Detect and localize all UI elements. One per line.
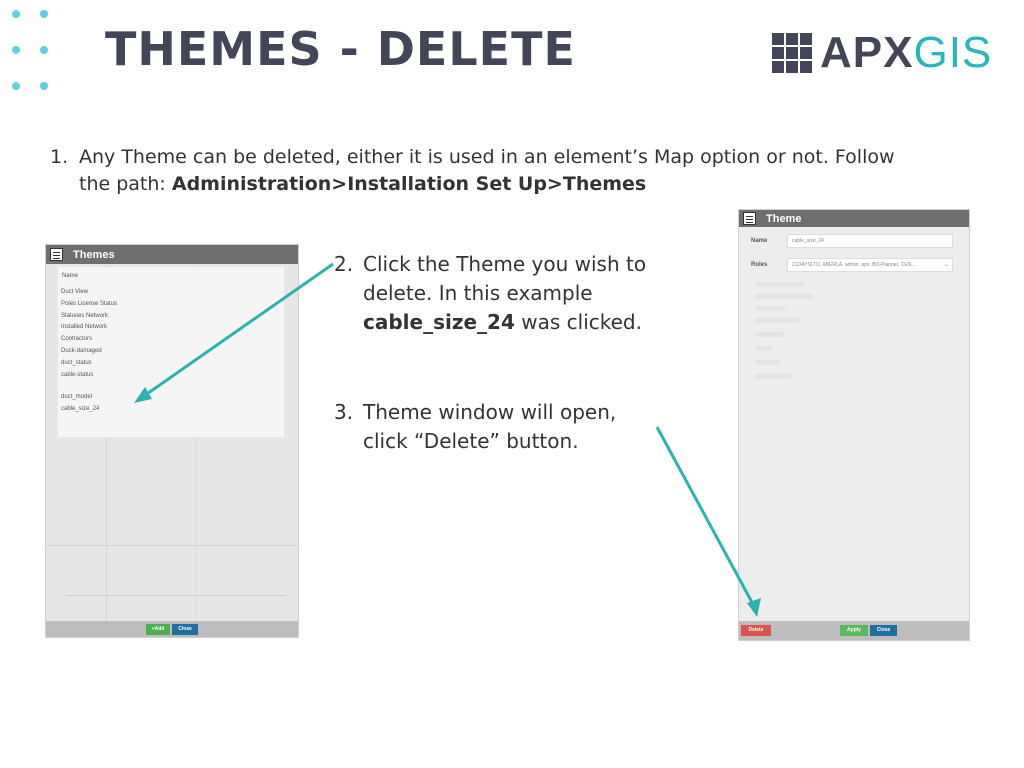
annotation-arrows <box>134 262 761 617</box>
arrow-to-cable-size-24 <box>134 262 334 403</box>
arrow-to-delete-button <box>655 426 761 617</box>
